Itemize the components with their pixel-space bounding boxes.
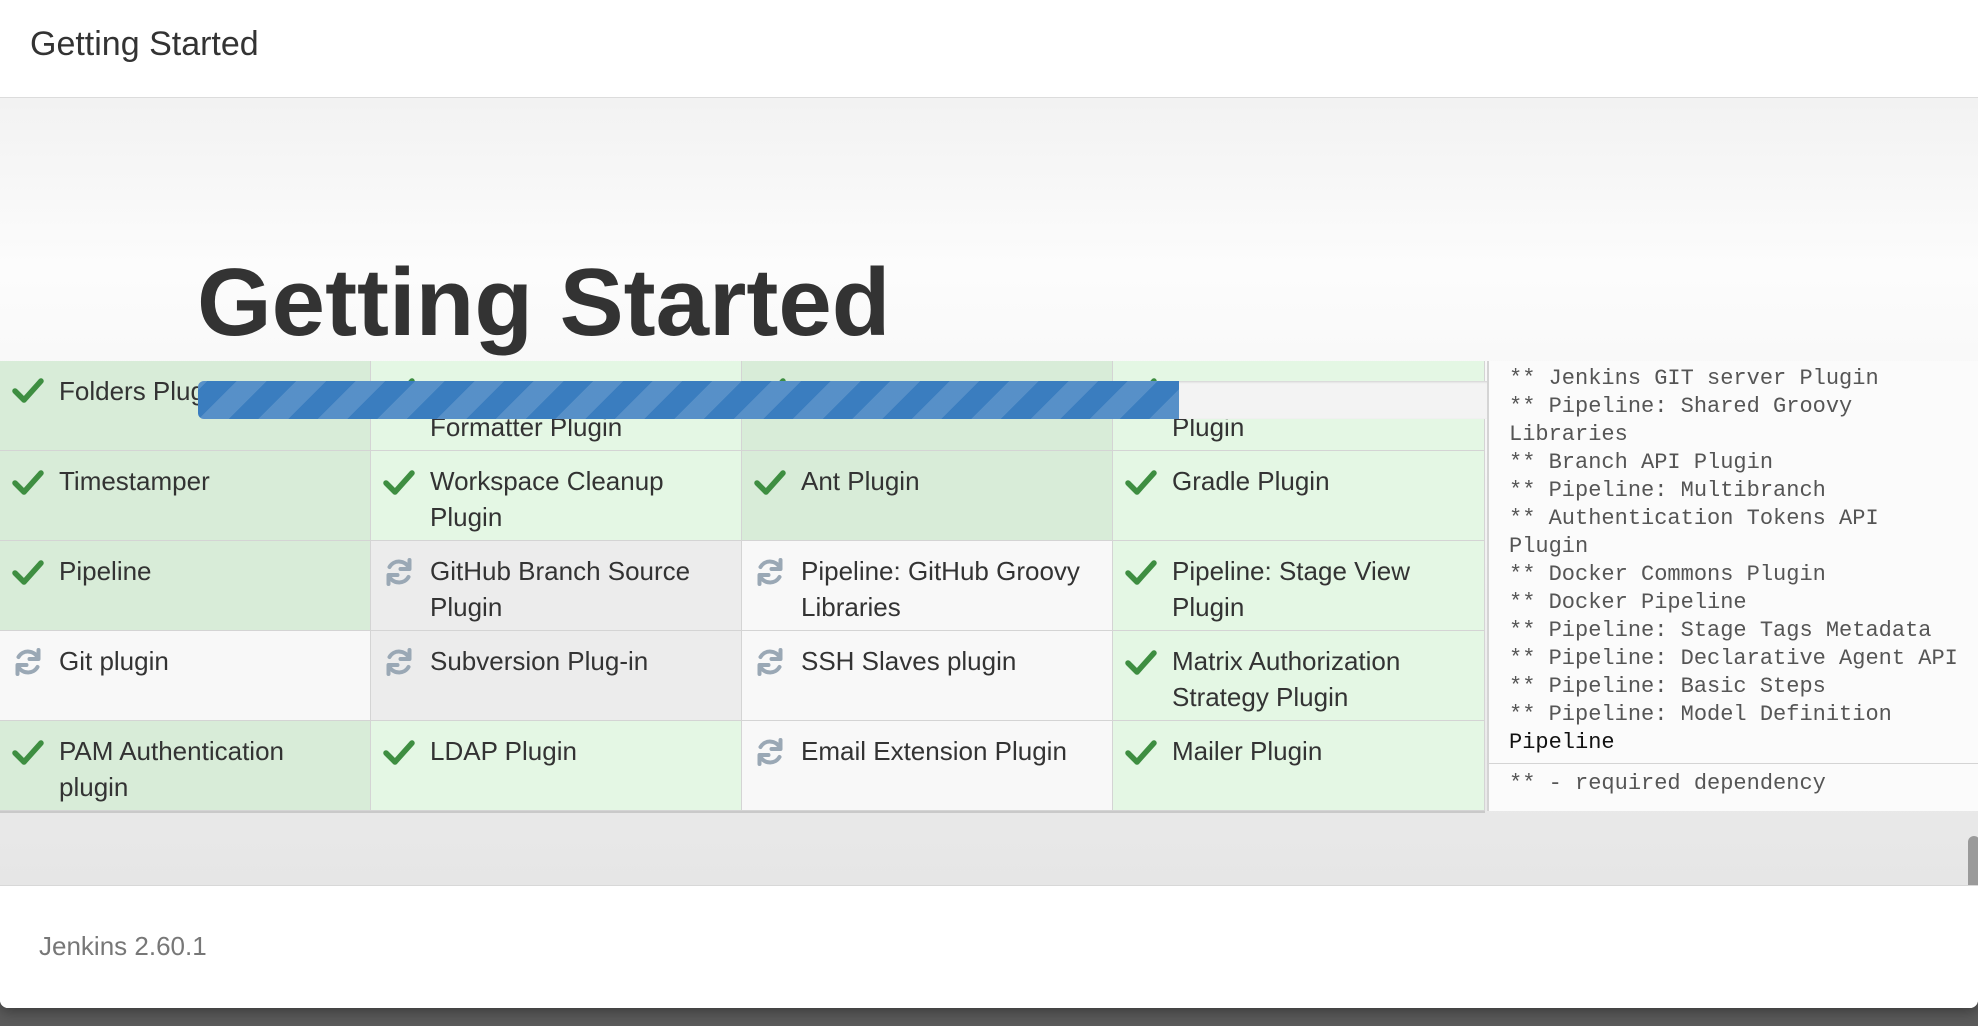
log-line: ** Authentication Tokens API Plugin: [1509, 506, 1892, 559]
plugin-cell: PAM Authentication plugin: [0, 721, 371, 811]
plugin-label: Pipeline: [59, 556, 152, 586]
check-icon: [1125, 556, 1157, 588]
plugin-cell: Pipeline: GitHub Groovy Libraries: [742, 541, 1113, 631]
plugin-label: Pipeline: Stage View Plugin: [1172, 556, 1411, 622]
plugin-cell: Pipeline: [0, 541, 371, 631]
plugin-label: Email Extension Plugin: [801, 736, 1067, 766]
plugin-label: PAM Authentication plugin: [59, 736, 284, 802]
plugin-label: GitHub Branch Source Plugin: [430, 556, 691, 622]
dialog-header: Getting Started: [0, 0, 1978, 98]
plugin-cell: Matrix Authorization Strategy Plugin: [1113, 631, 1485, 721]
refresh-icon: [754, 736, 786, 768]
log-line: ** Docker Pipeline: [1509, 590, 1747, 615]
plugin-cell: Timestamper: [0, 451, 371, 541]
plugin-label: Ant Plugin: [801, 466, 920, 496]
plugin-label: Matrix Authorization Strategy Plugin: [1172, 646, 1401, 712]
plugin-cell: SSH Slaves plugin: [742, 631, 1113, 721]
log-line: ** Pipeline: Multibranch: [1509, 478, 1826, 503]
check-icon: [1125, 736, 1157, 768]
plugin-label: Subversion Plug-in: [430, 646, 649, 676]
dialog-title: Getting Started: [30, 25, 259, 63]
log-line: ** Pipeline: Stage Tags Metadata: [1509, 618, 1932, 643]
plugin-grid: Folders PluginOWASP Markup Formatter Plu…: [0, 361, 1485, 813]
refresh-icon: [383, 556, 415, 588]
plugin-label: Workspace Cleanup Plugin: [430, 466, 664, 532]
plugin-cell: Workspace Cleanup Plugin: [371, 451, 742, 541]
plugin-label: SSH Slaves plugin: [801, 646, 1017, 676]
check-icon: [1125, 466, 1157, 498]
plugin-label: Gradle Plugin: [1172, 466, 1330, 496]
plugin-label: Mailer Plugin: [1172, 736, 1323, 766]
refresh-icon: [12, 646, 44, 678]
check-icon: [12, 736, 44, 768]
jenkins-version: Jenkins 2.60.1: [39, 931, 207, 961]
plugin-label: Pipeline: GitHub Groovy Libraries: [801, 556, 1080, 622]
check-icon: [1125, 646, 1157, 678]
check-icon: [383, 736, 415, 768]
plugin-cell: Gradle Plugin: [1113, 451, 1485, 541]
refresh-icon: [383, 646, 415, 678]
log-line: ** Pipeline: Model Definition: [1509, 702, 1892, 727]
install-log-scroll-area[interactable]: ** SSH Credentials Plugin** Jenkins Git …: [1489, 361, 1978, 761]
install-log-lines: ** SSH Credentials Plugin** Jenkins Git …: [1509, 361, 1968, 757]
page-title: Getting Started: [197, 249, 891, 356]
dialog-footer: Jenkins 2.60.1: [0, 885, 1978, 1008]
plugin-cell: LDAP Plugin: [371, 721, 742, 811]
plugin-label: Timestamper: [59, 466, 210, 496]
plugin-cell: Ant Plugin: [742, 451, 1113, 541]
log-line: ** Pipeline: Basic Steps: [1509, 674, 1826, 699]
check-icon: [12, 374, 44, 406]
install-log-legend: ** - required dependency: [1489, 763, 1978, 811]
refresh-icon: [754, 556, 786, 588]
plugin-cell: Git plugin: [0, 631, 371, 721]
log-line: ** Pipeline: Declarative Agent API: [1509, 646, 1958, 671]
install-log-scrollbar[interactable]: [1968, 836, 1978, 885]
check-icon: [12, 556, 44, 588]
check-icon: [383, 466, 415, 498]
log-line: ** Pipeline: Shared Groovy Libraries: [1509, 394, 1866, 447]
plugin-label: LDAP Plugin: [430, 736, 577, 766]
setup-wizard-dialog: Getting Started Getting Started Folders …: [0, 0, 1978, 1008]
log-current-plugin: Pipeline: [1509, 730, 1615, 755]
check-icon: [12, 466, 44, 498]
refresh-icon: [754, 646, 786, 678]
install-progress-fill: [198, 381, 1179, 419]
install-log-panel[interactable]: ** SSH Credentials Plugin** Jenkins Git …: [1487, 361, 1978, 885]
plugin-label: Git plugin: [59, 646, 169, 676]
check-icon: [754, 466, 786, 498]
plugin-cell: Pipeline: Stage View Plugin: [1113, 541, 1485, 631]
plugin-cell: GitHub Branch Source Plugin: [371, 541, 742, 631]
plugin-cell: Mailer Plugin: [1113, 721, 1485, 811]
log-line: ** Branch API Plugin: [1509, 450, 1774, 475]
log-line: ** Jenkins GIT server Plugin: [1509, 366, 1879, 391]
log-line: ** Docker Commons Plugin: [1509, 562, 1826, 587]
plugin-cell: Subversion Plug-in: [371, 631, 742, 721]
dialog-body: Getting Started Folders PluginOWASP Mark…: [0, 98, 1978, 885]
plugin-cell: Email Extension Plugin: [742, 721, 1113, 811]
